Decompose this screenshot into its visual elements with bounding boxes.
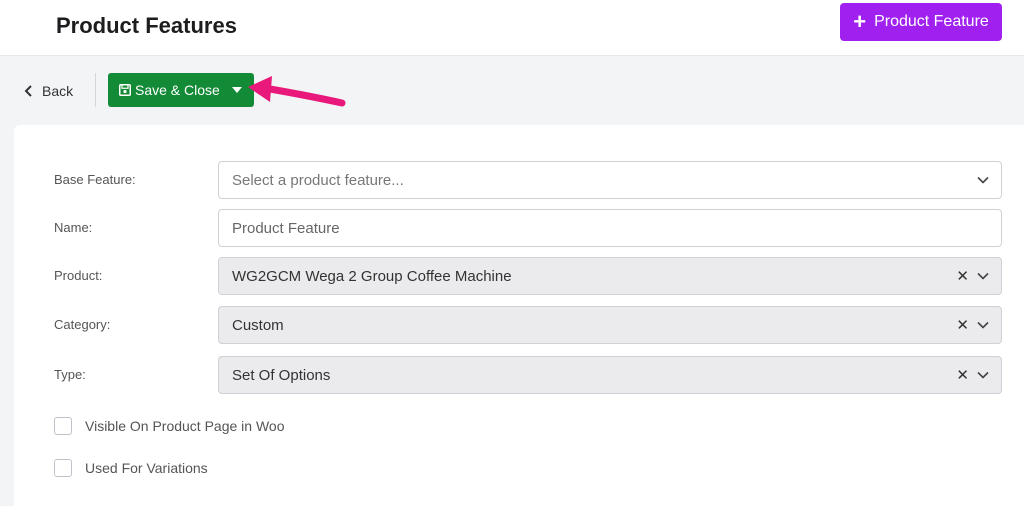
category-row: Category: Custom ✕ [14,306,1024,344]
used-for-variations-label: Used For Variations [85,460,208,476]
clear-icon[interactable]: ✕ [956,316,969,334]
add-product-feature-label: Product Feature [874,13,989,30]
clear-icon[interactable]: ✕ [956,366,969,384]
category-value: Custom [232,316,284,334]
add-product-feature-button[interactable]: + Product Feature [840,3,1002,41]
save-close-label: Save & Close [135,82,220,98]
name-input[interactable] [218,209,1002,247]
floppy-disk-icon [119,84,131,96]
plus-icon: + [853,9,867,34]
base-feature-label: Base Feature: [54,172,136,187]
visible-on-product-page-label: Visible On Product Page in Woo [85,418,285,434]
chevron-down-icon[interactable] [977,371,989,379]
chevron-down-icon[interactable] [977,272,989,280]
feature-form-card: Base Feature: Select a product feature..… [14,125,1024,506]
chevron-down-icon [977,176,989,184]
category-select[interactable]: Custom ✕ [218,306,1002,344]
page-title: Product Features [56,13,237,38]
toolbar-divider [95,73,96,107]
save-options-dropdown-toggle[interactable] [220,73,254,107]
category-label: Category: [54,317,111,332]
visible-on-product-page-checkbox[interactable] [54,417,72,435]
base-feature-select[interactable]: Select a product feature... [218,161,1002,199]
product-row: Product: WG2GCM Wega 2 Group Coffee Mach… [14,257,1024,295]
product-value: WG2GCM Wega 2 Group Coffee Machine [232,267,512,285]
toolbar: Back Save & Close [0,57,1024,125]
type-select[interactable]: Set Of Options ✕ [218,356,1002,394]
used-for-variations-checkbox[interactable] [54,459,72,477]
type-label: Type: [54,367,86,382]
back-button[interactable]: Back [24,81,73,101]
save-button-group: Save & Close [108,73,254,107]
visible-on-product-page-row: Visible On Product Page in Woo [54,416,285,436]
chevron-left-icon [24,85,32,97]
back-label: Back [42,83,74,99]
caret-down-icon [232,87,242,93]
base-feature-placeholder: Select a product feature... [232,171,404,189]
page-header: Product Features + Product Feature [0,0,1024,56]
name-label: Name: [54,220,93,235]
product-label: Product: [54,268,103,283]
used-for-variations-row: Used For Variations [54,458,208,478]
product-select[interactable]: WG2GCM Wega 2 Group Coffee Machine ✕ [218,257,1002,295]
type-value: Set Of Options [232,366,331,384]
chevron-down-icon[interactable] [977,321,989,329]
type-row: Type: Set Of Options ✕ [14,356,1024,394]
save-close-button[interactable]: Save & Close [108,73,220,107]
name-row: Name: [14,209,1024,247]
base-feature-row: Base Feature: Select a product feature..… [14,161,1024,199]
clear-icon[interactable]: ✕ [956,267,969,285]
